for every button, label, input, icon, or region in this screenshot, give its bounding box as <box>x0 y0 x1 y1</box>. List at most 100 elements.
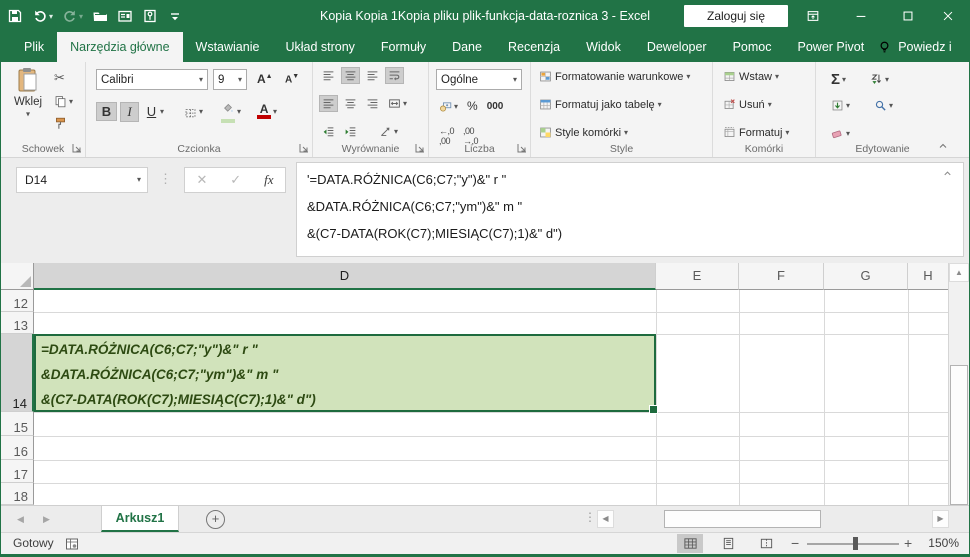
tab-page-layout[interactable]: Układ strony <box>272 32 367 62</box>
font-name-combo[interactable]: Calibri▾ <box>96 69 208 90</box>
align-middle-button[interactable] <box>341 67 360 84</box>
attachment-button[interactable] <box>142 8 158 24</box>
scroll-left-icon[interactable]: ◀ <box>597 510 614 528</box>
row-header-13[interactable]: 13 <box>1 312 34 334</box>
copy-button[interactable]: ▾ <box>51 93 76 110</box>
tab-help[interactable]: Pomoc <box>720 32 785 62</box>
row-header-17[interactable]: 17 <box>1 460 34 483</box>
find-select-button[interactable]: ▾ <box>871 97 896 114</box>
view-normal-button[interactable] <box>677 534 703 553</box>
form-button[interactable] <box>117 8 133 24</box>
bold-button[interactable]: B <box>96 102 117 121</box>
row-header-18[interactable]: 18 <box>1 483 34 505</box>
align-center-button[interactable] <box>341 95 360 112</box>
borders-button[interactable]: ▾ <box>181 103 206 120</box>
conditional-formatting-button[interactable]: Formatowanie warunkowe▾ <box>539 70 690 83</box>
ribbon-display-options-button[interactable] <box>796 0 830 32</box>
percent-style-button[interactable]: % <box>464 97 481 115</box>
format-cells-button[interactable]: Formatuj▾ <box>723 126 789 139</box>
save-button[interactable] <box>7 8 23 24</box>
font-dialog-launcher[interactable] <box>299 143 309 153</box>
underline-button[interactable]: U▾ <box>142 102 167 121</box>
column-header-g[interactable]: G <box>824 263 908 290</box>
number-format-combo[interactable]: Ogólne▾ <box>436 69 522 90</box>
column-header-d[interactable]: D <box>34 263 656 290</box>
sheet-nav-prev-icon[interactable]: ◀ <box>17 506 24 532</box>
active-cell-d14[interactable]: =DATA.RÓŻNICA(C6;C7;"y")&" r "&DATA.RÓŻN… <box>34 334 656 412</box>
format-as-table-button[interactable]: Formatuj jako tabelę▾ <box>539 98 662 111</box>
macro-record-icon[interactable] <box>65 537 79 551</box>
decrease-indent-button[interactable] <box>319 123 338 140</box>
autosum-button[interactable]: Σ▾ <box>828 69 849 90</box>
close-button[interactable] <box>931 0 965 32</box>
tab-formulas[interactable]: Formuły <box>368 32 439 62</box>
view-page-layout-button[interactable] <box>715 534 741 553</box>
minimize-button[interactable] <box>844 0 878 32</box>
align-bottom-button[interactable] <box>363 67 382 84</box>
insert-function-button[interactable]: fx <box>264 172 273 188</box>
row-header-15[interactable]: 15 <box>1 412 34 436</box>
align-top-button[interactable] <box>319 67 338 84</box>
tab-insert[interactable]: Wstawianie <box>183 32 273 62</box>
cancel-entry-button[interactable]: ✕ <box>196 172 207 188</box>
select-all-corner[interactable] <box>1 263 34 290</box>
tell-me-box[interactable]: Powiedz i <box>898 40 952 54</box>
scroll-up-icon[interactable]: ▲ <box>949 263 969 282</box>
redo-dropdown-icon[interactable]: ▾ <box>79 12 83 21</box>
delete-cells-button[interactable]: Usuń▾ <box>723 98 772 111</box>
column-header-h[interactable]: H <box>908 263 949 290</box>
fill-button[interactable]: ▾ <box>828 97 853 114</box>
tab-power-pivot[interactable]: Power Pivot <box>785 32 878 62</box>
wrap-text-button[interactable] <box>385 67 404 84</box>
collapse-formula-bar-button[interactable] <box>942 168 953 179</box>
vertical-scroll-thumb[interactable] <box>950 365 968 505</box>
confirm-entry-button[interactable]: ✓ <box>230 172 241 188</box>
zoom-slider-thumb[interactable] <box>853 537 858 550</box>
row-header-12[interactable]: 12 <box>1 290 34 312</box>
name-box[interactable]: D14 ▾ <box>16 167 148 193</box>
increase-font-button[interactable]: A▲ <box>254 70 276 86</box>
name-box-dropdown-icon[interactable]: ▾ <box>137 168 141 192</box>
decrease-font-button[interactable]: A▼ <box>282 70 302 87</box>
sign-in-button[interactable]: Zaloguj się <box>684 5 788 27</box>
merge-center-button[interactable]: ▾ <box>385 95 410 112</box>
font-size-combo[interactable]: 9▾ <box>213 69 247 90</box>
tab-developer[interactable]: Deweloper <box>634 32 720 62</box>
customize-qat-button[interactable] <box>167 8 183 24</box>
fill-handle[interactable] <box>649 405 658 414</box>
open-button[interactable] <box>92 8 108 24</box>
accounting-format-button[interactable]: ▾ <box>436 98 461 115</box>
maximize-button[interactable] <box>891 0 925 32</box>
undo-dropdown-icon[interactable]: ▾ <box>49 12 53 21</box>
formula-input[interactable]: '=DATA.RÓŻNICA(C6;C7;"y")&" r "&DATA.RÓŻ… <box>296 162 964 257</box>
zoom-in-button[interactable]: + <box>904 533 912 553</box>
paste-button[interactable]: Wklej ▾ <box>9 67 47 133</box>
redo-button[interactable]: ▾ <box>62 8 83 24</box>
vertical-scrollbar[interactable]: ▲ <box>948 263 969 505</box>
tab-view[interactable]: Widok <box>573 32 634 62</box>
sheet-tab-arkusz1[interactable]: Arkusz1 <box>101 506 179 532</box>
scroll-right-icon[interactable]: ▶ <box>932 510 949 528</box>
column-header-f[interactable]: F <box>739 263 824 290</box>
undo-button[interactable]: ▾ <box>32 8 53 24</box>
format-painter-button[interactable] <box>51 115 76 132</box>
clear-button[interactable]: ▾ <box>828 125 853 142</box>
cell-styles-button[interactable]: Style komórki▾ <box>539 126 628 139</box>
zoom-level[interactable]: 150% <box>928 533 959 554</box>
tab-file[interactable]: Plik <box>11 32 57 62</box>
alignment-dialog-launcher[interactable] <box>415 143 425 153</box>
horizontal-scroll-thumb[interactable] <box>664 510 821 528</box>
tab-review[interactable]: Recenzja <box>495 32 573 62</box>
formula-bar-splitter[interactable]: ⋮ <box>159 171 170 187</box>
sheet-nav-next-icon[interactable]: ▶ <box>43 506 50 532</box>
row-header-14[interactable]: 14 <box>1 334 34 412</box>
orientation-button[interactable]: ▾ <box>376 123 401 140</box>
tab-data[interactable]: Dane <box>439 32 495 62</box>
font-color-button[interactable]: A▾ <box>254 102 280 121</box>
align-right-button[interactable] <box>363 95 382 112</box>
cut-button[interactable]: ✂ <box>51 68 76 88</box>
insert-cells-button[interactable]: Wstaw▾ <box>723 70 779 83</box>
clipboard-dialog-launcher[interactable] <box>72 143 82 153</box>
collapse-ribbon-button[interactable] <box>937 140 949 152</box>
paste-dropdown-icon[interactable]: ▾ <box>26 109 30 118</box>
